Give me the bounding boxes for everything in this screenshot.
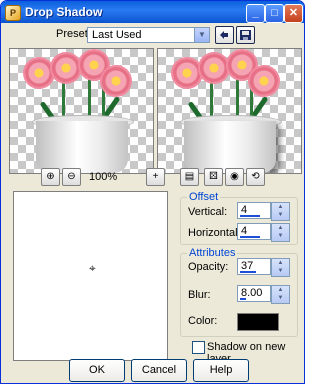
result-preview[interactable]	[157, 48, 302, 174]
reset-button[interactable]: ⟲	[246, 168, 265, 186]
proof-button[interactable]: ◉	[225, 168, 244, 186]
chevron-up-icon[interactable]: ▲	[272, 224, 289, 232]
toggle-preview-button[interactable]: ▤	[180, 168, 199, 186]
dice-icon: ⚄	[209, 171, 218, 182]
chevron-down-icon[interactable]: ▼	[272, 232, 289, 240]
horizontal-label: Horizontal:	[188, 227, 241, 239]
window-title: Drop Shadow	[25, 5, 103, 19]
paintshop-app-icon: P	[5, 5, 21, 21]
reset-preset-button[interactable]	[215, 26, 234, 44]
floppy-disk-icon	[240, 30, 251, 40]
flower	[200, 54, 228, 82]
cancel-button[interactable]: Cancel	[131, 359, 187, 382]
magnifier-plus-icon: ⊕	[46, 171, 55, 182]
minimize-button[interactable]: _	[246, 4, 265, 23]
presets-select[interactable]: Last Used ▼	[87, 27, 210, 43]
title-bar[interactable]: P Drop Shadow _ □ ✕	[1, 1, 304, 23]
vase	[36, 121, 128, 173]
chevron-down-icon[interactable]: ▼	[272, 211, 289, 219]
save-preset-button[interactable]	[236, 26, 255, 44]
close-button[interactable]: ✕	[284, 4, 303, 23]
maximize-button[interactable]: □	[265, 4, 284, 23]
crosshair-cursor-icon: ⌖	[89, 261, 96, 275]
flower	[173, 59, 201, 87]
reset-arrow-icon	[220, 31, 228, 39]
flower	[25, 59, 53, 87]
blur-label: Blur:	[188, 289, 211, 301]
reset-icon: ⟲	[251, 171, 260, 182]
vase-with-shadow	[184, 121, 276, 173]
flower	[102, 67, 130, 95]
move-preview-button[interactable]: +	[146, 168, 165, 186]
horizontal-slider[interactable]	[240, 236, 260, 238]
chevron-down-icon[interactable]: ▼	[272, 267, 289, 275]
opacity-slider[interactable]	[240, 271, 256, 273]
zoom-level: 100%	[89, 171, 118, 183]
ok-button[interactable]: OK	[69, 359, 125, 382]
flower	[52, 54, 80, 82]
shadow-direction-pad[interactable]: ⌖	[13, 191, 168, 361]
shadow-color-swatch[interactable]	[237, 313, 279, 331]
plus-icon: +	[152, 171, 159, 182]
blur-slider[interactable]	[240, 298, 246, 300]
eye-icon: ◉	[230, 171, 239, 182]
vertical-input[interactable]: 4	[237, 202, 271, 219]
offset-title: Offset	[187, 191, 221, 203]
zoom-in-button[interactable]: ⊕	[41, 168, 60, 186]
blur-input[interactable]: 8.00	[237, 285, 271, 302]
preview-panel-icon: ▤	[184, 171, 195, 182]
opacity-label: Opacity:	[188, 261, 229, 273]
randomize-button[interactable]: ⚄	[204, 168, 223, 186]
flower	[250, 67, 278, 95]
vertical-spinner[interactable]: ▲ ▼	[271, 202, 290, 221]
vertical-label: Vertical:	[188, 206, 228, 218]
chevron-down-icon[interactable]: ▼	[272, 294, 289, 302]
chevron-up-icon[interactable]: ▲	[272, 203, 289, 211]
help-button[interactable]: Help	[193, 359, 249, 382]
zoom-out-button[interactable]: ⊖	[62, 168, 81, 186]
chevron-up-icon[interactable]: ▲	[272, 286, 289, 294]
chevron-down-icon[interactable]: ▼	[194, 28, 209, 42]
drop-shadow-dialog: P Drop Shadow _ □ ✕ Presets: Last Used ▼	[0, 0, 305, 384]
shadow-new-layer-checkbox[interactable]	[192, 341, 205, 354]
magnifier-minus-icon: ⊖	[67, 171, 76, 182]
opacity-input[interactable]: 37	[237, 258, 271, 275]
horizontal-input[interactable]: 4	[237, 223, 271, 240]
blur-spinner[interactable]: ▲ ▼	[271, 285, 290, 304]
attributes-title: Attributes	[187, 247, 238, 259]
vertical-slider[interactable]	[240, 215, 260, 217]
horizontal-spinner[interactable]: ▲ ▼	[271, 223, 290, 242]
color-label: Color:	[188, 315, 218, 327]
chevron-up-icon[interactable]: ▲	[272, 259, 289, 267]
opacity-spinner[interactable]: ▲ ▼	[271, 258, 290, 277]
original-preview[interactable]	[9, 48, 154, 174]
presets-value: Last Used	[92, 29, 142, 41]
